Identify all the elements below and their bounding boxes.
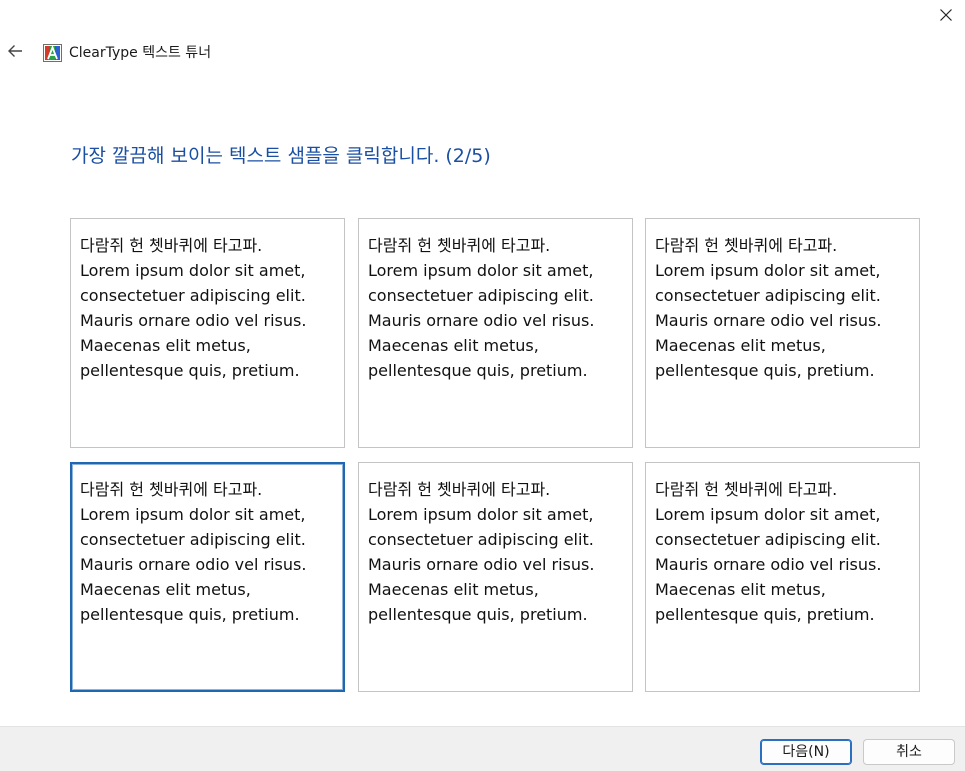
cleartype-app-icon [43,44,62,62]
close-button[interactable] [928,2,964,30]
back-arrow-icon [6,43,24,63]
footer-bar: 다음(N) 취소 [0,726,965,771]
text-sample-1[interactable]: 다람쥐 헌 쳇바퀴에 타고파. Lorem ipsum dolor sit am… [70,218,345,448]
text-sample-6[interactable]: 다람쥐 헌 쳇바퀴에 타고파. Lorem ipsum dolor sit am… [645,462,920,692]
sample-text: 다람쥐 헌 쳇바퀴에 타고파. Lorem ipsum dolor sit am… [80,480,307,624]
window-title: ClearType 텍스트 튜너 [69,45,212,61]
sample-text: 다람쥐 헌 쳇바퀴에 타고파. Lorem ipsum dolor sit am… [655,480,882,624]
cancel-button[interactable]: 취소 [863,739,955,765]
text-sample-2[interactable]: 다람쥐 헌 쳇바퀴에 타고파. Lorem ipsum dolor sit am… [358,218,633,448]
sample-text: 다람쥐 헌 쳇바퀴에 타고파. Lorem ipsum dolor sit am… [80,236,307,380]
back-button[interactable] [2,38,28,68]
close-icon [939,7,953,26]
sample-text: 다람쥐 헌 쳇바퀴에 타고파. Lorem ipsum dolor sit am… [655,236,882,380]
next-button[interactable]: 다음(N) [760,739,852,765]
text-sample-4[interactable]: 다람쥐 헌 쳇바퀴에 타고파. Lorem ipsum dolor sit am… [70,462,345,692]
sample-text: 다람쥐 헌 쳇바퀴에 타고파. Lorem ipsum dolor sit am… [368,236,595,380]
text-sample-5[interactable]: 다람쥐 헌 쳇바퀴에 타고파. Lorem ipsum dolor sit am… [358,462,633,692]
sample-text: 다람쥐 헌 쳇바퀴에 타고파. Lorem ipsum dolor sit am… [368,480,595,624]
text-sample-3[interactable]: 다람쥐 헌 쳇바퀴에 타고파. Lorem ipsum dolor sit am… [645,218,920,448]
instruction-heading: 가장 깔끔해 보이는 텍스트 샘플을 클릭합니다. (2/5) [71,145,491,167]
